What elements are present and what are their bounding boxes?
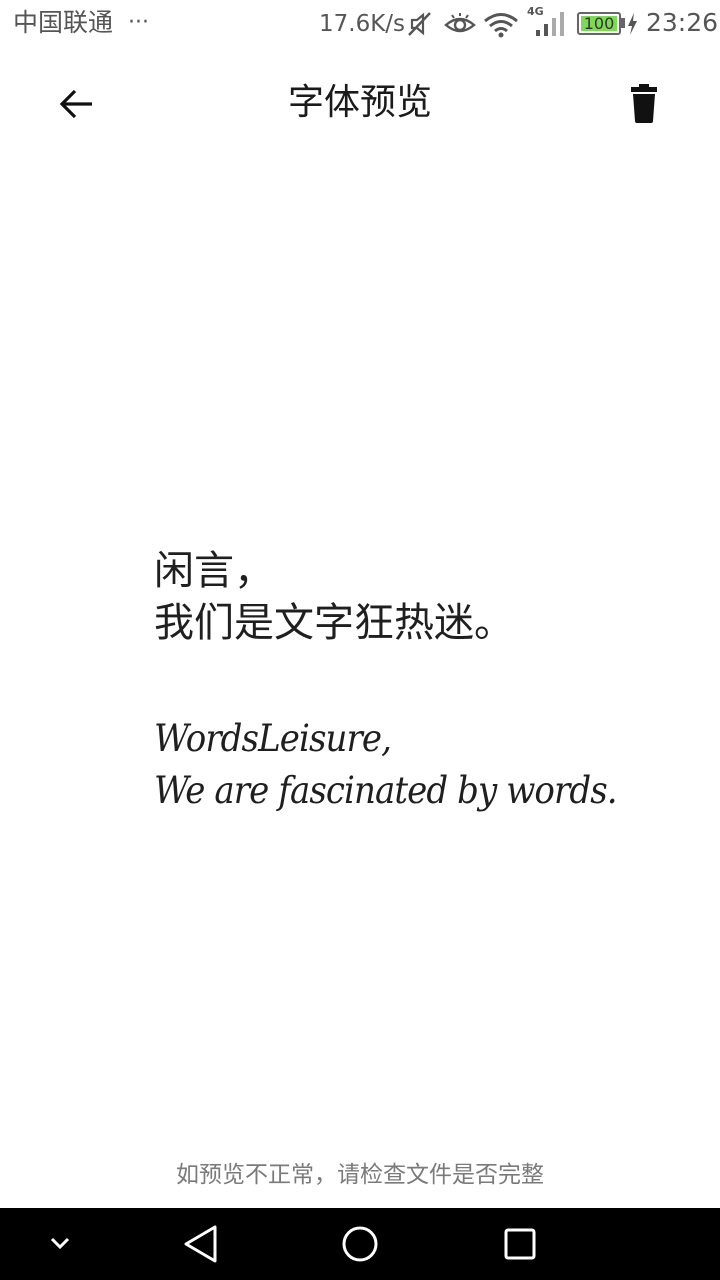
nav-home-button[interactable] [320,1208,400,1280]
back-triangle-icon [184,1225,217,1263]
preview-english-line: WordsLeisure, [154,717,392,760]
font-preview: 闲言， 我们是文字狂热迷。 WordsLeisure, We are fasci… [154,545,634,817]
battery-level: 100 [583,14,615,33]
preview-english-block: WordsLeisure, We are fascinated by words… [154,713,634,817]
nav-recents-button[interactable] [480,1208,560,1280]
eye-icon [444,13,476,33]
chevron-down-icon [50,1237,70,1250]
battery-icon: 100 [577,12,621,35]
home-circle-icon [342,1226,378,1262]
preview-english-line: We are fascinated by words. [154,769,618,812]
signal-icon [536,12,564,36]
app-bar: 字体预览 [0,48,720,160]
charging-icon [628,13,637,35]
status-bar: 中国联通 ··· 17.6K/s 4G 100 23:26 [0,0,720,48]
page-title: 字体预览 [287,82,432,123]
network-speed: 17.6K/s [319,11,406,37]
preview-chinese-line: 闲言， [154,548,274,594]
nav-back-button[interactable] [160,1208,240,1280]
navigation-bar [0,1208,720,1280]
notification-more-icon: ··· [128,10,149,35]
mute-icon [408,12,431,36]
carrier-name: 中国联通 [13,8,114,37]
nav-hide-button[interactable] [20,1208,100,1280]
clock: 23:26 [646,8,719,37]
preview-hint: 如预览不正常，请检查文件是否完整 [176,1162,544,1188]
preview-chinese-line: 我们是文字狂热迷。 [154,600,514,646]
recents-square-icon [504,1228,536,1260]
trash-icon [631,84,657,123]
wifi-icon [484,13,518,38]
delete-button[interactable] [614,76,674,132]
